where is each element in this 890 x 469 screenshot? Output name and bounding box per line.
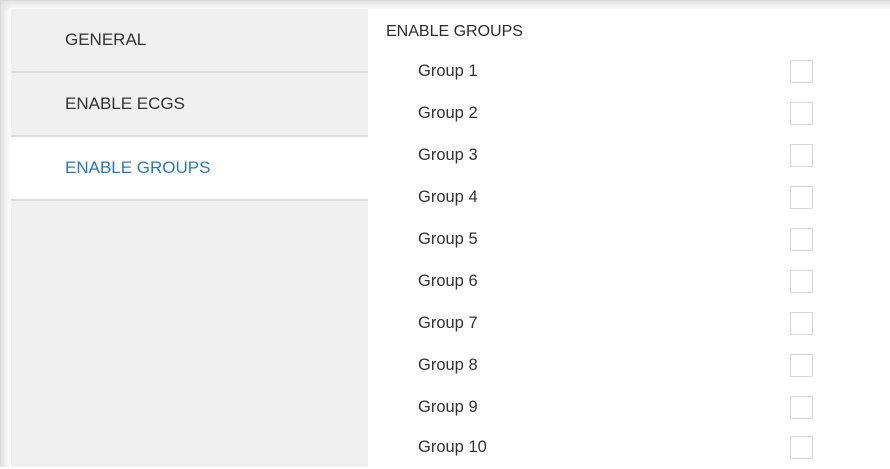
group-8-checkbox[interactable] [790,354,813,377]
section-title: ENABLE GROUPS [386,23,523,40]
group-row-1: Group 1 [418,51,878,93]
main-panel: ENABLE GROUPS Group 1 Group 2 Group 3 Gr… [368,9,890,467]
group-row-5: Group 5 [418,219,878,261]
group-label: Group 6 [418,272,478,290]
group-row-9: Group 9 [418,387,878,429]
sidebar: GENERAL ENABLE ECGS ENABLE GROUPS [11,9,368,467]
sidebar-item-enable-ecgs[interactable]: ENABLE ECGS [11,73,368,137]
group-7-checkbox[interactable] [790,312,813,335]
sidebar-item-enable-groups[interactable]: ENABLE GROUPS [11,137,368,201]
group-row-7: Group 7 [418,303,878,345]
group-row-10: Group 10 [418,427,878,469]
window-shadow-left [1,1,11,467]
sidebar-item-label: GENERAL [65,30,147,49]
sidebar-item-label: ENABLE GROUPS [65,158,211,177]
group-2-checkbox[interactable] [790,102,813,125]
group-9-checkbox[interactable] [790,396,813,419]
group-row-6: Group 6 [418,261,878,303]
sidebar-item-label: ENABLE ECGS [65,94,185,113]
group-label: Group 4 [418,188,478,206]
sidebar-item-general[interactable]: GENERAL [11,9,368,73]
group-label: Group 1 [418,62,478,80]
group-4-checkbox[interactable] [790,186,813,209]
group-label: Group 9 [418,398,478,416]
group-3-checkbox[interactable] [790,144,813,167]
group-row-3: Group 3 [418,135,878,177]
group-1-checkbox[interactable] [790,60,813,83]
group-label: Group 2 [418,104,478,122]
group-10-checkbox[interactable] [790,436,813,459]
group-row-2: Group 2 [418,93,878,135]
group-label: Group 8 [418,356,478,374]
group-label: Group 7 [418,314,478,332]
group-5-checkbox[interactable] [790,228,813,251]
parameter-window: GENERAL ENABLE ECGS ENABLE GROUPS ENABLE… [0,0,890,467]
group-label: Group 10 [418,438,487,456]
group-label: Group 5 [418,230,478,248]
group-row-8: Group 8 [418,345,878,387]
group-label: Group 3 [418,146,478,164]
group-row-4: Group 4 [418,177,878,219]
group-6-checkbox[interactable] [790,270,813,293]
